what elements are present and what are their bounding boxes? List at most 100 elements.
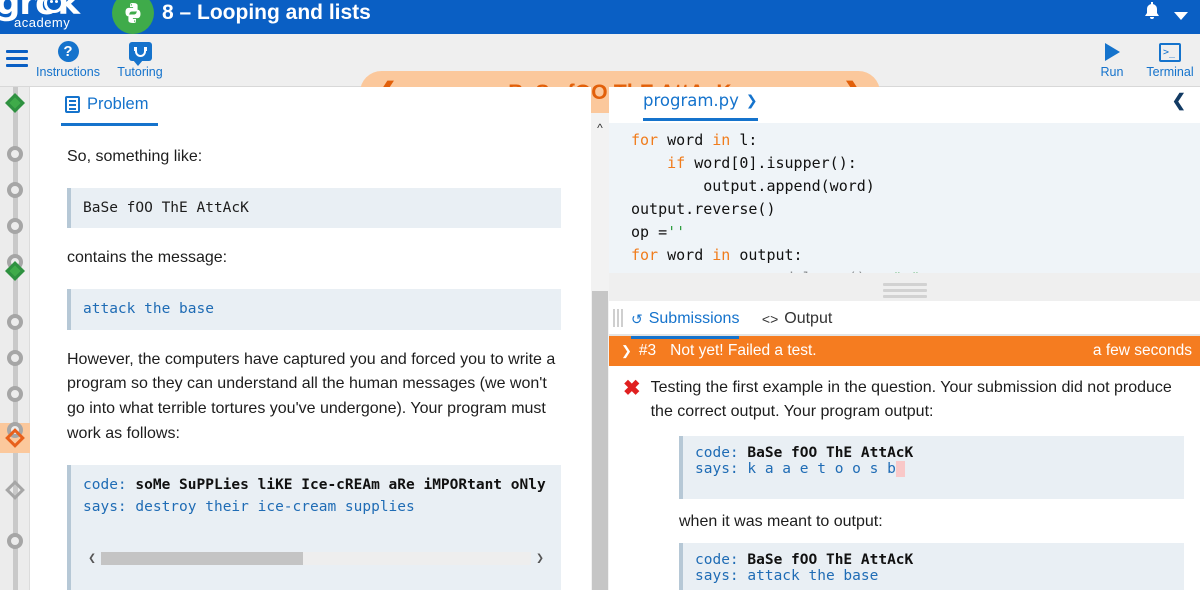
submission-status-banner[interactable]: ❯ #3 Not yet! Failed a test. a few secon…	[609, 336, 1200, 366]
actual-says-value: k a a e t o o s b	[747, 461, 896, 477]
rail-node-todo[interactable]	[4, 215, 26, 237]
example-says-value: destroy their ice-cream supplies	[135, 499, 415, 516]
failure-message: Testing the first example in the questio…	[650, 379, 1172, 420]
editor-tab-row: program.py ❯ ❮	[609, 87, 1200, 123]
bell-icon[interactable]	[1142, 1, 1162, 25]
rail-node-todo[interactable]	[4, 143, 26, 165]
chevron-down-icon[interactable]: ❯	[621, 343, 632, 359]
chevron-right-icon[interactable]: ❯	[746, 93, 758, 109]
scroll-track[interactable]	[101, 552, 531, 566]
question-circle-icon: ?	[30, 40, 106, 63]
tutoring-button[interactable]: Tutoring	[108, 40, 172, 79]
problem-body: So, something like: BaSe fOO ThE AttAcK …	[31, 145, 591, 590]
example-code-label: code:	[83, 476, 127, 493]
code-line: output.reverse()	[631, 200, 776, 218]
cross-icon: ✖	[623, 377, 641, 400]
instructions-label: Instructions	[36, 65, 100, 79]
code-editor[interactable]: for word in l: if word[0].isupper(): out…	[609, 123, 1200, 273]
expected-says-value: attack the base	[747, 568, 879, 584]
problem-paragraph-3: However, the computers have captured you…	[67, 350, 556, 442]
logo-subtext: academy	[14, 15, 71, 30]
actual-code-value: BaSe fOO ThE AttAcK	[747, 445, 914, 461]
problem-paragraph-2: contains the message:	[67, 249, 228, 267]
grip-icon	[882, 280, 927, 301]
rail-node-current[interactable]	[4, 427, 26, 449]
submission-number: #3	[638, 342, 657, 359]
chat-smile-icon	[108, 40, 172, 66]
tab-submissions[interactable]: ↺ Submissions	[631, 302, 740, 339]
tutoring-label: Tutoring	[117, 65, 163, 79]
problem-pane-scrollbar[interactable]: ^	[591, 113, 609, 590]
code-brackets-icon: <>	[761, 310, 779, 327]
module-title: 8 – Looping and lists	[162, 1, 371, 24]
problem-tab-row: Problem	[31, 87, 591, 127]
sample-output-block: attack the base	[67, 289, 561, 330]
example-says-label: says:	[83, 499, 127, 516]
example-io-block: code: soMe SuPPLies liKE Ice-cREAm aRe i…	[67, 464, 561, 590]
scroll-thumb[interactable]	[101, 552, 304, 566]
chevron-up-icon[interactable]: ^	[591, 121, 609, 135]
problem-pane: Problem So, something like: BaSe fOO ThE…	[31, 87, 591, 590]
expected-says-label: says:	[695, 568, 739, 584]
submission-status-text: Not yet! Failed a test.	[670, 342, 817, 359]
hamburger-icon[interactable]	[4, 46, 30, 72]
chevron-left-icon[interactable]: ❮	[83, 549, 101, 569]
grok-academy-logo[interactable]: grok academy	[0, 0, 108, 34]
python-badge-icon	[112, 0, 154, 34]
history-icon: ↺	[631, 310, 643, 327]
terminal-button[interactable]: >_ Terminal	[1144, 40, 1196, 79]
tab-output[interactable]: <> Output	[762, 301, 832, 336]
editor-and-results-pane: program.py ❯ ❮ for word in l: if word[0]…	[609, 87, 1200, 590]
panel-drag-handle[interactable]	[613, 309, 625, 327]
code-line: output.append(word)	[631, 177, 875, 195]
chevron-right-icon[interactable]: ❯	[531, 549, 549, 569]
results-tab-row: ↺ Submissions <> Output	[609, 301, 1200, 339]
rail-node-todo[interactable]	[4, 311, 26, 333]
rail-node-todo[interactable]	[4, 179, 26, 201]
terminal-label: Terminal	[1146, 65, 1194, 79]
run-tools-group: Run >_ Terminal	[1086, 40, 1196, 79]
code-line: for word in output:	[631, 246, 803, 264]
tab-problem-label: Problem	[87, 95, 149, 113]
actual-code-label: code:	[695, 445, 739, 461]
tab-submissions-label: Submissions	[648, 310, 740, 327]
rail-node-todo[interactable]	[4, 383, 26, 405]
code-line: op =''	[631, 223, 686, 241]
example-horizontal-scrollbar[interactable]: ❮ ❯	[83, 549, 549, 569]
rail-node-complete[interactable]	[4, 92, 26, 114]
rail-node-todo[interactable]	[4, 530, 26, 552]
example-code-value: soMe SuPPLies liKE Ice-cREAm aRe iMPORta…	[135, 476, 546, 493]
run-button[interactable]: Run	[1086, 40, 1138, 79]
file-tab-label: program.py	[643, 91, 739, 110]
instructions-button[interactable]: ? Instructions	[30, 40, 106, 79]
document-icon	[65, 96, 80, 113]
sample-input-block: BaSe fOO ThE AttAcK	[67, 187, 561, 229]
chevron-down-icon[interactable]	[1174, 12, 1188, 20]
expected-output-block: code: BaSe fOO ThE AttAcK says: attack t…	[679, 543, 1184, 590]
editor-resize-handle[interactable]	[609, 273, 1200, 301]
submission-timestamp: a few seconds	[1092, 342, 1192, 359]
rail-node-complete[interactable]	[4, 260, 26, 282]
top-app-bar: grok academy 8 – Looping and lists	[0, 0, 1200, 34]
expected-code-value: BaSe fOO ThE AttAcK	[747, 552, 914, 568]
code-line: for word in l:	[631, 131, 758, 149]
diff-highlight	[895, 461, 905, 477]
play-icon	[1086, 40, 1138, 64]
expected-output-intro: when it was meant to output:	[679, 513, 883, 530]
progress-rail	[0, 87, 30, 590]
submission-details: ✖ Testing the first example in the quest…	[609, 366, 1200, 590]
grok-academy-exercise-page: grok academy 8 – Looping and lists ? Ins…	[0, 0, 1200, 590]
tab-output-label: Output	[784, 309, 833, 327]
expected-code-label: code:	[695, 552, 739, 568]
tab-problem[interactable]: Problem	[61, 87, 159, 126]
rail-node-todo[interactable]	[4, 347, 26, 369]
run-label: Run	[1100, 65, 1124, 79]
collapse-panel-button[interactable]: ❮	[1172, 91, 1186, 111]
failure-row: ✖ Testing the first example in the quest…	[609, 376, 1200, 424]
actual-output-block: code: BaSe fOO ThE AttAcK says: k a a e …	[679, 436, 1184, 499]
problem-paragraph-1: So, something like:	[67, 148, 203, 165]
problem-scroll-thumb[interactable]	[592, 291, 608, 590]
rail-node-upcoming[interactable]	[4, 479, 26, 501]
terminal-icon: >_	[1144, 40, 1196, 64]
tab-program-py[interactable]: program.py ❯	[643, 91, 758, 121]
